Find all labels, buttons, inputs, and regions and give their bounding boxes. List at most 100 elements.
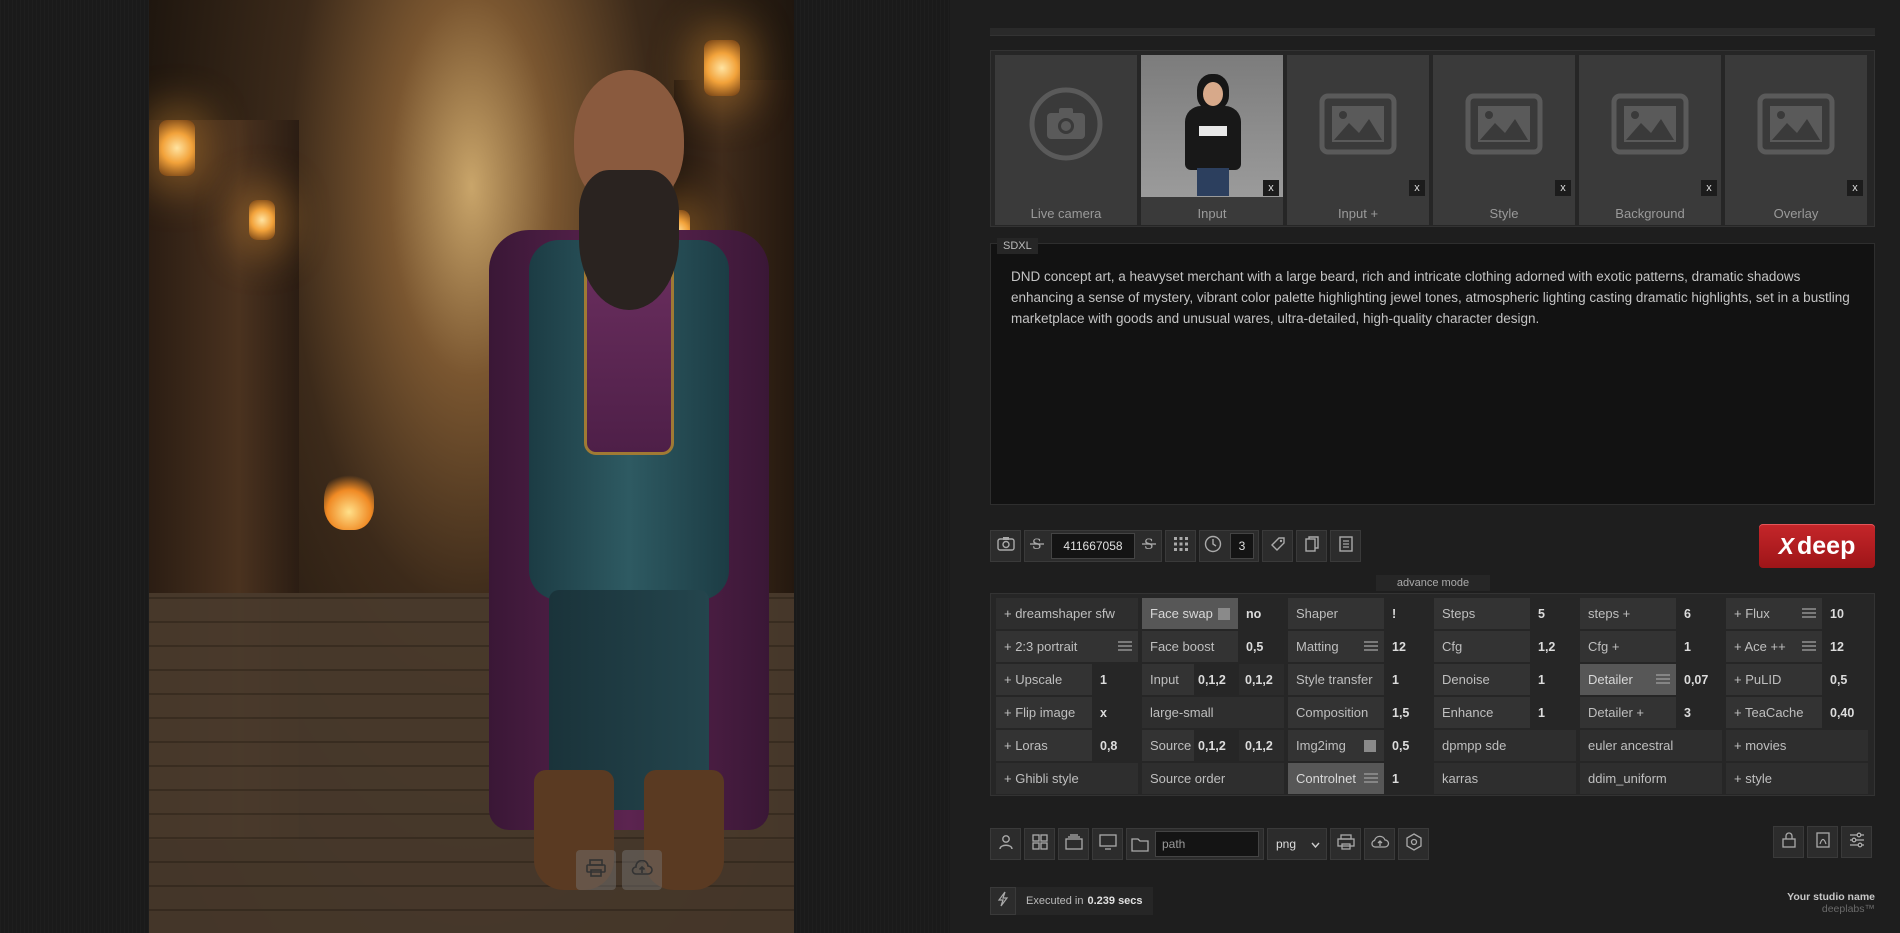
layers-button[interactable] xyxy=(1058,828,1089,860)
setting-value[interactable]: 0,1,2 xyxy=(1194,730,1239,761)
setting-value[interactable]: no xyxy=(1238,598,1284,629)
tag-button[interactable] xyxy=(1262,530,1293,562)
setting-value[interactable]: 3 xyxy=(1676,697,1722,728)
setting-value[interactable]: 1 xyxy=(1092,664,1138,695)
gallery-button[interactable] xyxy=(1024,828,1055,860)
seed-input[interactable] xyxy=(1051,533,1135,559)
menu-icon[interactable] xyxy=(1118,639,1132,654)
menu-icon[interactable] xyxy=(1802,639,1816,654)
setting-value[interactable]: 1 xyxy=(1384,763,1430,794)
setting-upscale[interactable]: + Upscale 1 xyxy=(996,664,1138,695)
slot-style[interactable]: x Style xyxy=(1433,55,1575,225)
sliders-button[interactable] xyxy=(1841,826,1872,858)
model-tag[interactable]: SDXL xyxy=(997,238,1038,254)
format-select[interactable]: png xyxy=(1267,828,1327,860)
setting-ace[interactable]: + Ace ++ 12 xyxy=(1726,631,1868,662)
setting-steps[interactable]: steps + 6 xyxy=(1580,598,1722,629)
setting-input[interactable]: Input 0,1,2 0,1,2 xyxy=(1142,664,1284,695)
setting-value[interactable]: 0,5 xyxy=(1822,664,1868,695)
setting-controlnet[interactable]: Controlnet 1 xyxy=(1288,763,1430,794)
setting-value[interactable]: 1,2 xyxy=(1530,631,1576,662)
slot-live-camera[interactable]: Live camera xyxy=(995,55,1137,225)
setting-source-order[interactable]: Source order xyxy=(1142,763,1284,794)
advance-mode-toggle[interactable]: advance mode xyxy=(1376,575,1490,591)
setting-value[interactable]: 12 xyxy=(1384,631,1430,662)
remove-input-button[interactable]: x xyxy=(1263,180,1279,196)
generate-button[interactable]: X deep xyxy=(1759,524,1875,568)
setting-denoise[interactable]: Denoise 1 xyxy=(1434,664,1576,695)
snapshot-button[interactable] xyxy=(990,530,1021,562)
setting-value[interactable]: 0,8 xyxy=(1092,730,1138,761)
setting-value[interactable]: 0,5 xyxy=(1238,631,1284,662)
setting-value[interactable]: 1,5 xyxy=(1384,697,1430,728)
checkbox[interactable] xyxy=(1364,739,1376,752)
setting-euler-ancestral[interactable]: euler ancestral xyxy=(1580,730,1722,761)
setting-teacache[interactable]: + TeaCache 0,40 xyxy=(1726,697,1868,728)
menu-icon[interactable] xyxy=(1802,606,1816,621)
setting-dreamshaper-sfw[interactable]: + dreamshaper sfw xyxy=(996,598,1138,629)
setting-value[interactable]: 1 xyxy=(1530,697,1576,728)
strikethrough-icon[interactable]: S xyxy=(1141,536,1157,557)
setting-shaper[interactable]: Shaper! xyxy=(1288,598,1430,629)
setting-source[interactable]: Source 0,1,2 0,1,2 xyxy=(1142,730,1284,761)
upload-preview-button[interactable] xyxy=(622,850,662,890)
setting-composition[interactable]: Composition 1,5 xyxy=(1288,697,1430,728)
setting-style[interactable]: + style xyxy=(1726,763,1868,794)
setting-value-secondary[interactable]: 0,1,2 xyxy=(1239,664,1284,695)
prompt-textarea[interactable]: SDXL DND concept art, a heavyset merchan… xyxy=(990,238,1875,505)
setting-style-transfer[interactable]: Style transfer 1 xyxy=(1288,664,1430,695)
setting-value[interactable]: 1 xyxy=(1676,631,1722,662)
setting-value[interactable]: 0,40 xyxy=(1822,697,1868,728)
setting-2-3-portrait[interactable]: + 2:3 portrait xyxy=(996,631,1138,662)
setting-value[interactable]: 5 xyxy=(1530,598,1576,629)
slot-background[interactable]: x Background xyxy=(1579,55,1721,225)
cloud-upload-button[interactable] xyxy=(1364,828,1395,860)
setting-ghibli-style[interactable]: + Ghibli style xyxy=(996,763,1138,794)
pdf-button[interactable] xyxy=(1807,826,1838,858)
setting-flip-image[interactable]: + Flip image x xyxy=(996,697,1138,728)
setting-flux[interactable]: + Flux 10 xyxy=(1726,598,1868,629)
folder-icon[interactable] xyxy=(1131,837,1149,852)
path-input[interactable] xyxy=(1155,831,1259,857)
setting-value[interactable]: 6 xyxy=(1676,598,1722,629)
setting-steps[interactable]: Steps 5 xyxy=(1434,598,1576,629)
setting-detailer[interactable]: Detailer + 3 xyxy=(1580,697,1722,728)
grid-button[interactable] xyxy=(1165,530,1196,562)
setting-value[interactable]: 0,07 xyxy=(1676,664,1722,695)
setting-value[interactable]: 1 xyxy=(1384,664,1430,695)
slot-input-plus[interactable]: x Input + xyxy=(1287,55,1429,225)
lightning-button[interactable] xyxy=(990,887,1016,915)
remove-input-plus-button[interactable]: x xyxy=(1409,180,1425,196)
setting-value[interactable]: 0,5 xyxy=(1384,730,1430,761)
monitor-button[interactable] xyxy=(1092,828,1123,860)
setting-enhance[interactable]: Enhance 1 xyxy=(1434,697,1576,728)
strikethrough-icon[interactable]: S xyxy=(1029,536,1045,557)
print-button[interactable] xyxy=(1330,828,1361,860)
slot-overlay[interactable]: x Overlay xyxy=(1725,55,1867,225)
setting-ddim-uniform[interactable]: ddim_uniform xyxy=(1580,763,1722,794)
setting-cfg[interactable]: Cfg + 1 xyxy=(1580,631,1722,662)
remove-overlay-button[interactable]: x xyxy=(1847,180,1863,196)
menu-icon[interactable] xyxy=(1656,672,1670,687)
setting-large-small[interactable]: large-small xyxy=(1142,697,1284,728)
setting-dpmpp-sde[interactable]: dpmpp sde xyxy=(1434,730,1576,761)
setting-movies[interactable]: + movies xyxy=(1726,730,1868,761)
print-preview-button[interactable] xyxy=(576,850,616,890)
setting-detailer[interactable]: Detailer 0,07 xyxy=(1580,664,1722,695)
batch-count-input[interactable] xyxy=(1230,533,1254,559)
setting-value[interactable]: x xyxy=(1092,697,1138,728)
setting-cfg[interactable]: Cfg 1,2 xyxy=(1434,631,1576,662)
setting-face-boost[interactable]: Face boost 0,5 xyxy=(1142,631,1284,662)
copy-button[interactable] xyxy=(1296,530,1327,562)
clock-icon[interactable] xyxy=(1204,535,1222,558)
remove-style-button[interactable]: x xyxy=(1555,180,1571,196)
setting-karras[interactable]: karras xyxy=(1434,763,1576,794)
setting-value[interactable]: 0,1,2 xyxy=(1194,664,1239,695)
setting-face-swap[interactable]: Face swap no xyxy=(1142,598,1284,629)
slot-input[interactable]: x Input xyxy=(1141,55,1283,225)
setting-value[interactable]: ! xyxy=(1384,598,1430,629)
user-button[interactable] xyxy=(990,828,1021,860)
setting-matting[interactable]: Matting 12 xyxy=(1288,631,1430,662)
menu-icon[interactable] xyxy=(1364,771,1378,786)
settings-hex-button[interactable] xyxy=(1398,828,1429,860)
